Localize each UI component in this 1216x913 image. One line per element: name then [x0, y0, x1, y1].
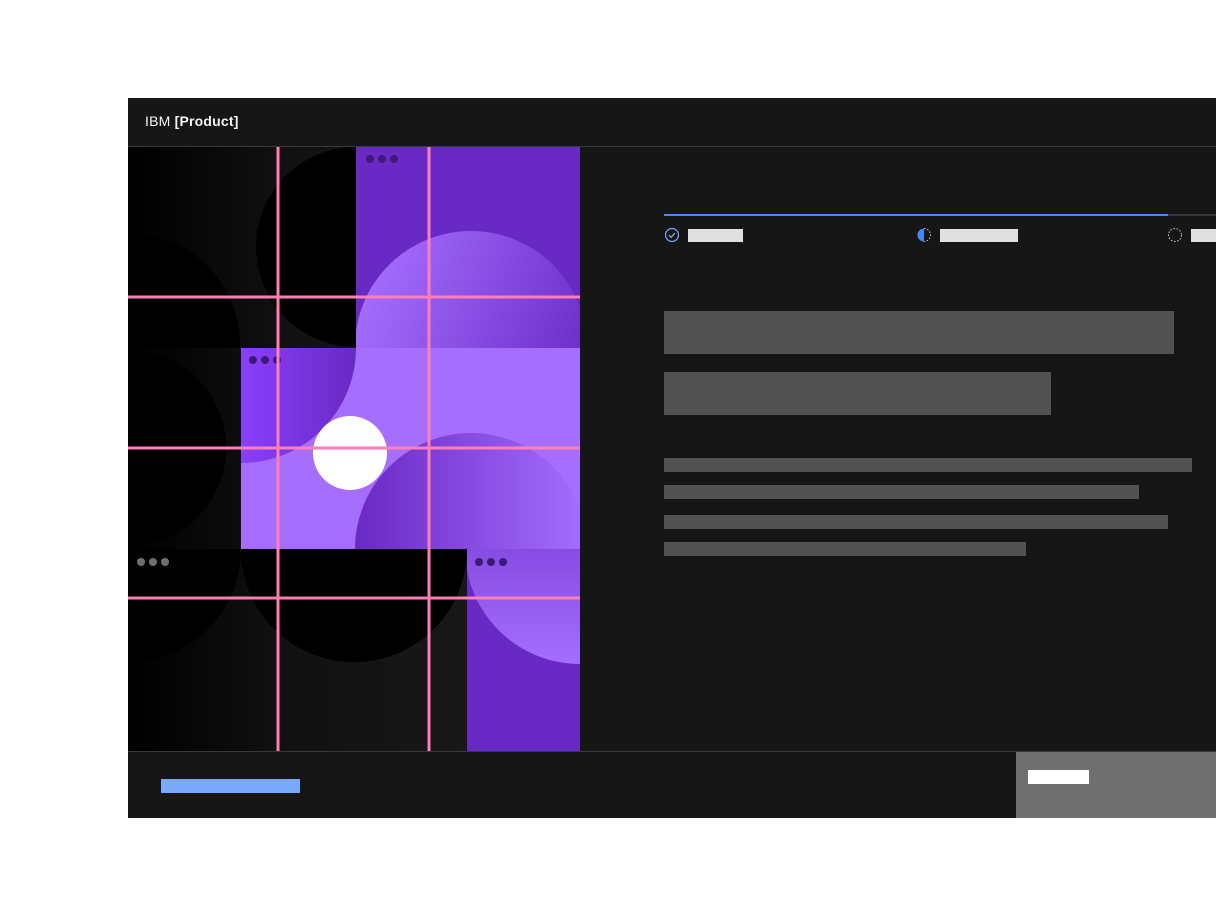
progress-step-current[interactable]	[916, 227, 1018, 243]
dots-icon	[366, 155, 398, 163]
circle-shape	[313, 416, 387, 490]
primary-button[interactable]	[1016, 752, 1216, 818]
progress-indicator	[664, 214, 1216, 216]
content-panel	[580, 147, 1216, 751]
step-label	[688, 228, 743, 242]
dots-icon	[249, 356, 281, 364]
step-label	[1191, 228, 1216, 242]
paragraph-line	[664, 485, 1139, 499]
hero-illustration	[128, 147, 580, 751]
paragraph-line	[664, 458, 1192, 472]
product-name[interactable]: IBM [Product]	[145, 113, 239, 129]
header: IBM [Product]	[128, 98, 1216, 147]
checkmark-circle-icon	[664, 227, 680, 243]
brand-product: [Product]	[174, 113, 239, 129]
dashed-circle-icon	[1167, 227, 1183, 243]
title-line	[664, 311, 1174, 354]
app-window: IBM [Product]	[128, 98, 1216, 818]
progress-fill	[664, 214, 1168, 216]
primary-button-label	[1028, 770, 1089, 784]
paragraph-line	[664, 515, 1168, 529]
paragraph-line	[664, 542, 1026, 556]
half-circle-icon	[916, 227, 932, 243]
progress-step-incomplete[interactable]	[1167, 227, 1216, 243]
grid-illustration	[128, 147, 580, 751]
title-line	[664, 372, 1051, 415]
dots-icon	[475, 558, 507, 566]
brand-prefix: IBM	[145, 113, 171, 129]
step-label	[940, 228, 1018, 242]
secondary-link[interactable]	[161, 779, 300, 793]
footer-actions	[128, 751, 1216, 818]
progress-step-complete[interactable]	[664, 227, 743, 243]
dots-icon	[137, 558, 169, 566]
